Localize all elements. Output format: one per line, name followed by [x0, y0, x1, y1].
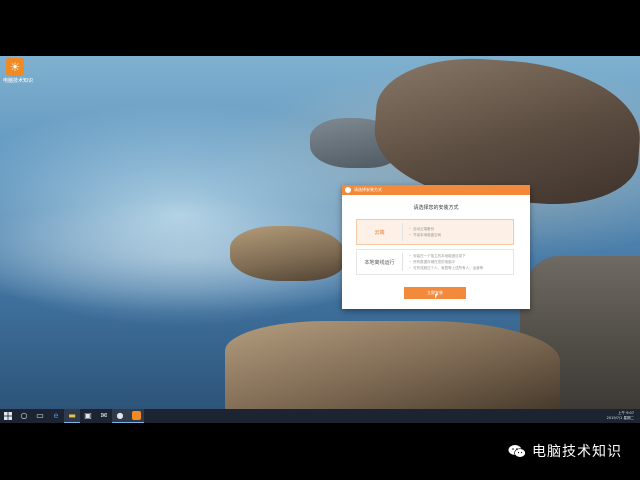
option-bullets: 安装在一个独立的本地磁盘目录下 所有数据存储在您的电脑中 可完成超过个人、家庭等… [409, 253, 483, 271]
store-icon[interactable]: ▣ [80, 409, 96, 423]
dialog-heading: 请选择您的安装方式 [413, 205, 459, 211]
install-option-cloud[interactable]: 云端 自动云端备份 节省本地磁盘空间 [356, 219, 514, 245]
task-view-icon[interactable]: ▭ [32, 409, 48, 423]
wechat-icon [508, 445, 526, 458]
mail-icon[interactable]: ✉ [96, 409, 112, 423]
edge-icon[interactable]: e [48, 409, 64, 423]
installer-app-icon [131, 411, 141, 420]
option-bullet: 可完成超过个人、家庭等上述所有人、运营等 [409, 265, 483, 271]
install-option-local[interactable]: 本地离线运行 安装在一个独立的本地磁盘目录下 所有数据存储在您的电脑中 可完成超… [356, 249, 514, 275]
option-bullet: 节省本地磁盘空间 [409, 232, 441, 238]
mouse-cursor-icon [435, 294, 438, 299]
watermark: 电脑技术知识 [508, 441, 622, 461]
system-tray: 上午 9:07 2019/7/1 星期二 [607, 411, 640, 421]
search-icon[interactable]: ○ [16, 409, 32, 423]
app-logo-icon [345, 187, 351, 193]
watermark-text: 电脑技术知识 [532, 444, 622, 460]
option-bullets: 自动云端备份 节省本地磁盘空间 [409, 226, 441, 238]
option-divider [402, 223, 403, 241]
taskbar: ○ ▭ e ▬ ▣ ✉ ● 上午 9:07 2019/7/1 星期二 [0, 409, 640, 423]
installer-dialog: 请选择安装方式 请选择您的安装方式 云端 自动云端备份 节省本地磁盘空间 本地离… [342, 185, 530, 309]
wallpaper-rock [225, 321, 560, 409]
installer-taskbar-icon[interactable] [128, 409, 144, 423]
option-divider [402, 253, 403, 271]
option-name: 本地离线运行 [364, 259, 395, 266]
clock-date: 2019/7/1 星期二 [606, 416, 634, 420]
file-explorer-icon[interactable]: ▬ [64, 409, 80, 423]
wallpaper-rock [230, 226, 345, 281]
user-icon[interactable]: ● [112, 409, 128, 423]
dialog-title: 请选择安装方式 [354, 187, 382, 192]
windows-logo-icon [4, 412, 12, 420]
option-name: 云端 [374, 229, 385, 236]
dialog-titlebar[interactable]: 请选择安装方式 [342, 185, 530, 195]
desktop-icon[interactable]: ☀ 电脑技术知识 [3, 58, 34, 84]
desktop-icon-label: 电脑技术知识 [3, 78, 34, 84]
desktop-wallpaper [0, 56, 640, 409]
app-icon: ☀ [6, 58, 24, 76]
start-button[interactable] [0, 409, 16, 423]
tray-clock[interactable]: 上午 9:07 2019/7/1 星期二 [607, 411, 634, 421]
